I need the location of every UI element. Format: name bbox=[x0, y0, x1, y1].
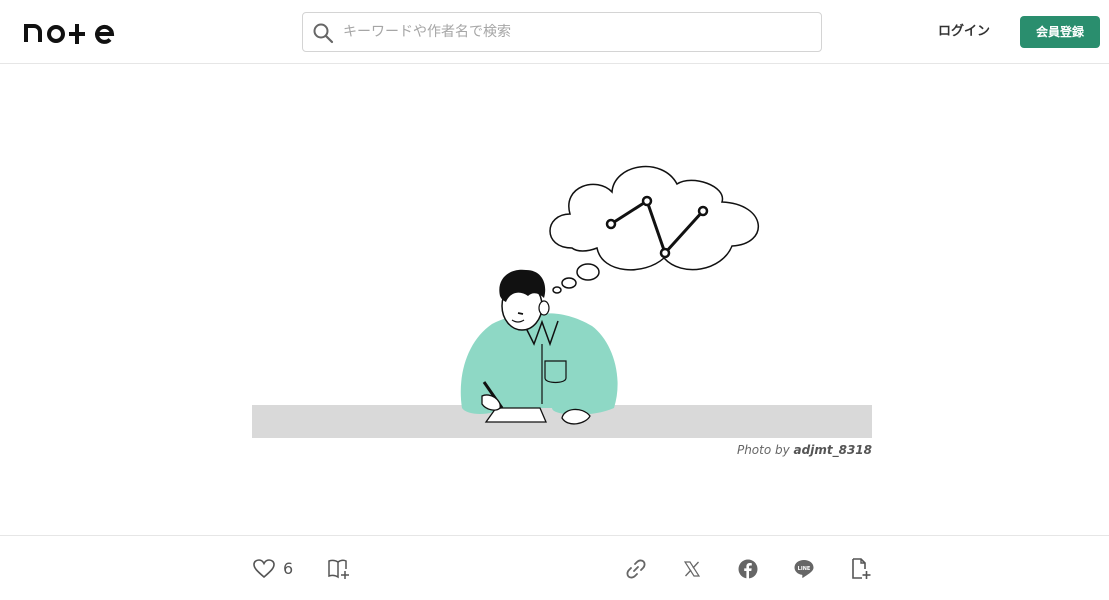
photo-credit-author[interactable]: adjmt_8318 bbox=[794, 443, 872, 457]
login-button[interactable]: ログイン bbox=[930, 16, 998, 48]
photo-credit-prefix: Photo by bbox=[736, 443, 790, 457]
heart-icon bbox=[253, 559, 275, 579]
embed-button[interactable] bbox=[848, 555, 872, 583]
share-line-button[interactable]: LINE bbox=[792, 555, 816, 583]
like-button[interactable] bbox=[252, 555, 276, 583]
search-icon bbox=[313, 23, 334, 44]
facebook-icon bbox=[738, 559, 758, 579]
search-box[interactable] bbox=[302, 12, 822, 52]
link-icon bbox=[626, 559, 646, 579]
photo-credit: Photo by adjmt_8318 bbox=[552, 443, 872, 461]
add-to-magazine-icon bbox=[328, 559, 349, 579]
site-header: ログイン 会員登録 bbox=[0, 0, 1109, 64]
line-icon-label: LINE bbox=[798, 566, 811, 572]
x-icon bbox=[684, 561, 700, 577]
header-illustration bbox=[252, 165, 872, 438]
add-to-magazine-button[interactable] bbox=[327, 555, 351, 583]
embed-icon bbox=[852, 558, 871, 579]
copy-link-button[interactable] bbox=[624, 555, 648, 583]
signup-button[interactable]: 会員登録 bbox=[1020, 16, 1100, 48]
line-icon: LINE bbox=[794, 560, 814, 578]
like-count: 6 bbox=[283, 559, 294, 578]
share-facebook-button[interactable] bbox=[736, 555, 760, 583]
footer-divider bbox=[0, 535, 1109, 536]
share-x-button[interactable] bbox=[680, 555, 704, 583]
note-logo[interactable] bbox=[24, 20, 124, 44]
search-input[interactable] bbox=[343, 13, 813, 51]
